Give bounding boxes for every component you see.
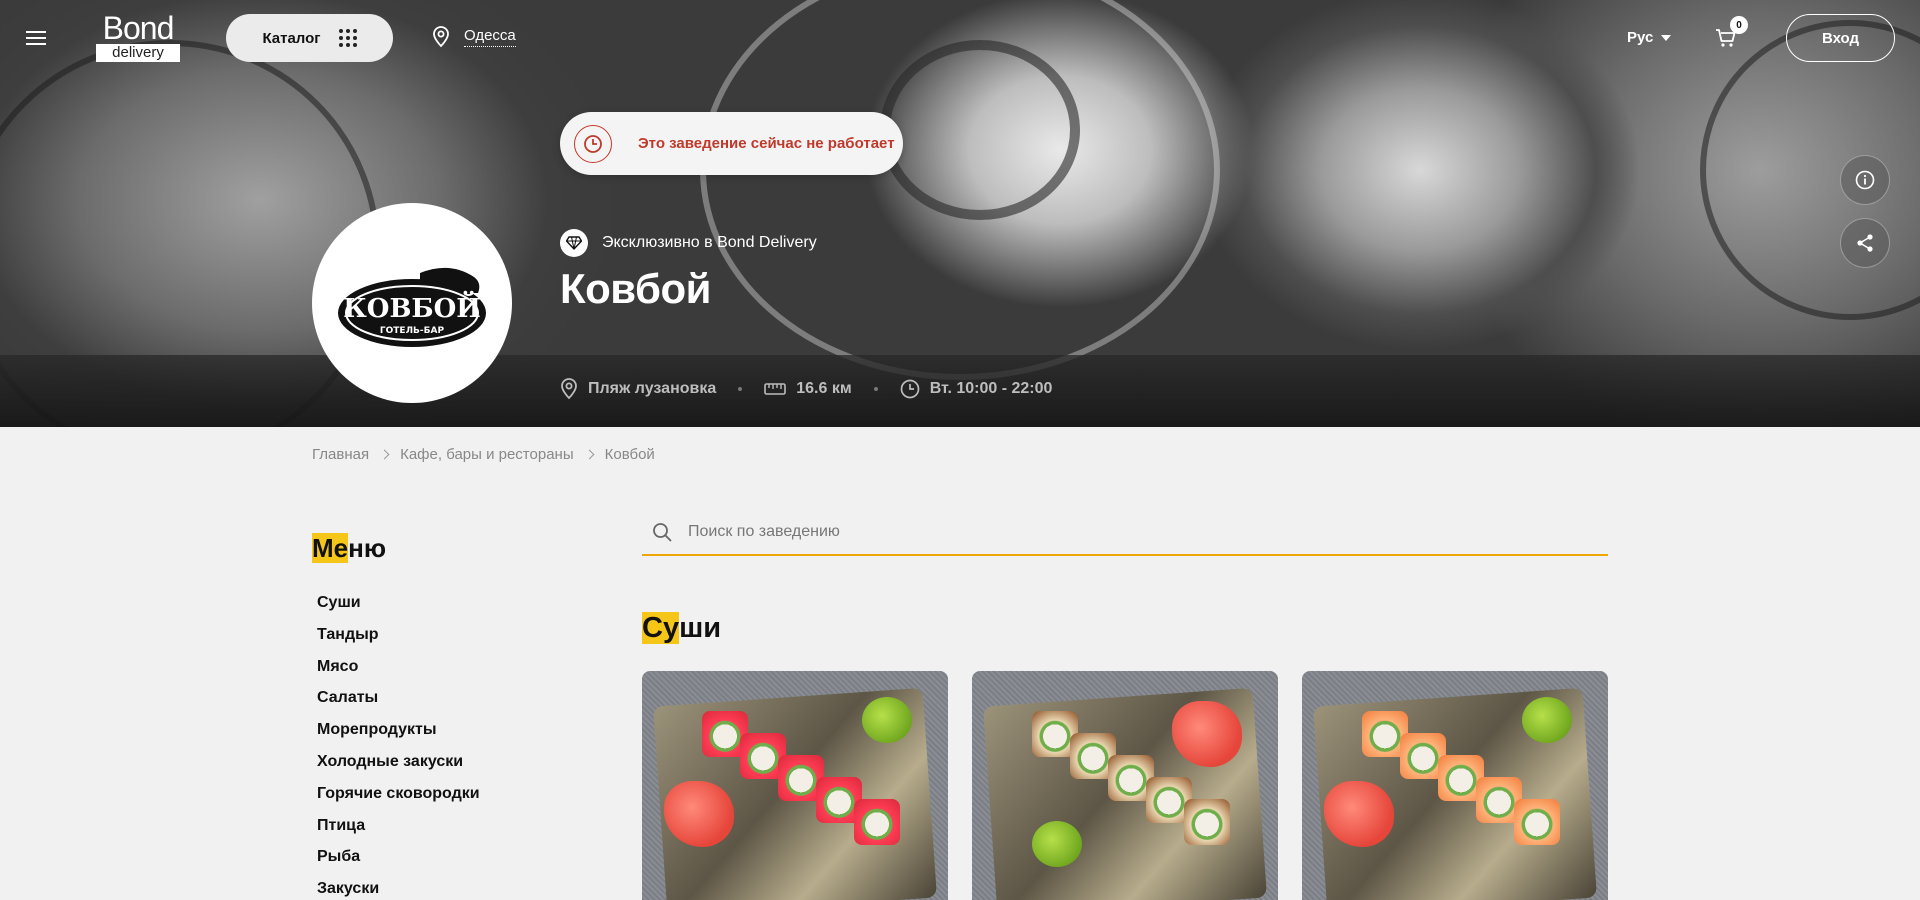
sushi-roll [1184, 799, 1230, 845]
menu-title-rest: ню [348, 533, 387, 563]
product-card-salmon-roll[interactable] [1302, 671, 1608, 900]
breadcrumb-home[interactable]: Главная [312, 446, 369, 463]
hero-texture [880, 40, 1080, 220]
location-pin-icon [561, 378, 577, 400]
cart-count-badge: 0 [1730, 16, 1748, 34]
closed-status-notice: Это заведение сейчас не работает [560, 112, 903, 175]
venue-meta: Пляж лузановка 16.6 км Вт. 10:00 - 22:00 [560, 378, 1052, 400]
language-selector[interactable]: Рус [1627, 29, 1672, 46]
diamond-icon [560, 229, 588, 257]
breadcrumb: Главная Кафе, бары и рестораны Ковбой [312, 446, 655, 463]
menu-item-cold-snacks[interactable]: Холодные закуски [317, 746, 480, 778]
wasabi [862, 697, 912, 743]
menu-item-poultry[interactable]: Птица [317, 810, 480, 842]
login-button[interactable]: Вход [1786, 14, 1895, 62]
breadcrumb-current: Ковбой [604, 446, 655, 463]
menu-item-snacks[interactable]: Закуски [317, 873, 480, 900]
grid-dots-icon [338, 29, 357, 47]
venue-hours-text: Вт. 10:00 - 22:00 [929, 380, 1053, 397]
menu-item-sushi[interactable]: Суши [317, 587, 480, 619]
section-title-highlight: Су [642, 612, 680, 644]
menu-item-hot-pans[interactable]: Горячие сковородки [317, 778, 480, 810]
wasabi [1522, 697, 1572, 743]
cart-button[interactable]: 0 [1712, 16, 1748, 50]
caret-down-icon [1661, 34, 1672, 41]
menu-title-highlight: Ме [312, 533, 349, 563]
venue-logo-text: КОВБОЙ [343, 291, 481, 324]
menu-category-list: Суши Тандыр Мясо Салаты Морепродукты Хол… [317, 587, 480, 900]
product-card-red-roll[interactable] [642, 671, 948, 900]
search-input[interactable] [688, 523, 1488, 541]
exclusive-badge: Эксклюзивно в Bond Delivery [560, 229, 817, 257]
city-name: Одесса [464, 27, 516, 47]
venue-title: Ковбой [560, 265, 711, 312]
section-title-rest: ши [679, 612, 722, 644]
catalog-label: Каталог [262, 29, 321, 47]
logo-bottom-text: delivery [96, 44, 180, 62]
share-button[interactable] [1840, 218, 1890, 268]
catalog-button[interactable]: Каталог [226, 14, 393, 62]
venue-hours: Вт. 10:00 - 22:00 [900, 379, 1053, 399]
hero-banner [0, 0, 1920, 427]
venue-logo: КОВБОЙ ГОТЕЛЬ-БАР [312, 203, 512, 403]
sushi-roll [1514, 799, 1560, 845]
breadcrumb-category[interactable]: Кафе, бары и рестораны [400, 446, 574, 463]
share-icon [1857, 234, 1873, 252]
exclusive-label: Эксклюзивно в Bond Delivery [602, 234, 817, 251]
info-icon [1855, 170, 1875, 190]
venue-search [642, 510, 1608, 556]
menu-item-tandyr[interactable]: Тандыр [317, 619, 480, 651]
clock-icon [900, 379, 920, 399]
city-selector[interactable]: Одесса [432, 26, 516, 48]
wasabi [1032, 821, 1082, 867]
language-label: Рус [1627, 29, 1654, 46]
chevron-right-icon [379, 449, 390, 460]
menu-item-meat[interactable]: Мясо [317, 651, 480, 683]
location-pin-icon [433, 26, 449, 48]
menu-item-seafood[interactable]: Морепродукты [317, 714, 480, 746]
menu-item-fish[interactable]: Рыба [317, 841, 480, 873]
ruler-icon [764, 383, 787, 395]
section-title-sushi: Суши [642, 612, 721, 645]
site-logo[interactable]: Bond delivery [96, 12, 180, 62]
logo-top-text: Bond [102, 10, 175, 46]
chevron-right-icon [584, 449, 595, 460]
venue-distance: 16.6 км [764, 380, 852, 398]
closed-status-text: Это заведение сейчас не работает [638, 135, 895, 152]
venue-logo-subtext: ГОТЕЛЬ-БАР [380, 326, 445, 336]
menu-item-salads[interactable]: Салаты [317, 682, 480, 714]
menu-title: Меню [312, 533, 386, 564]
venue-location: Пляж лузановка [560, 378, 716, 400]
clock-icon [574, 124, 612, 163]
meta-separator [873, 387, 878, 391]
menu-burger-icon[interactable] [24, 26, 48, 50]
venue-location-text: Пляж лузановка [588, 380, 717, 397]
meta-separator [738, 387, 743, 391]
info-button[interactable] [1840, 155, 1890, 205]
search-icon [653, 523, 672, 542]
product-card-eel-roll[interactable] [972, 671, 1278, 900]
sushi-roll [854, 799, 900, 845]
venue-distance-text: 16.6 км [796, 380, 852, 397]
